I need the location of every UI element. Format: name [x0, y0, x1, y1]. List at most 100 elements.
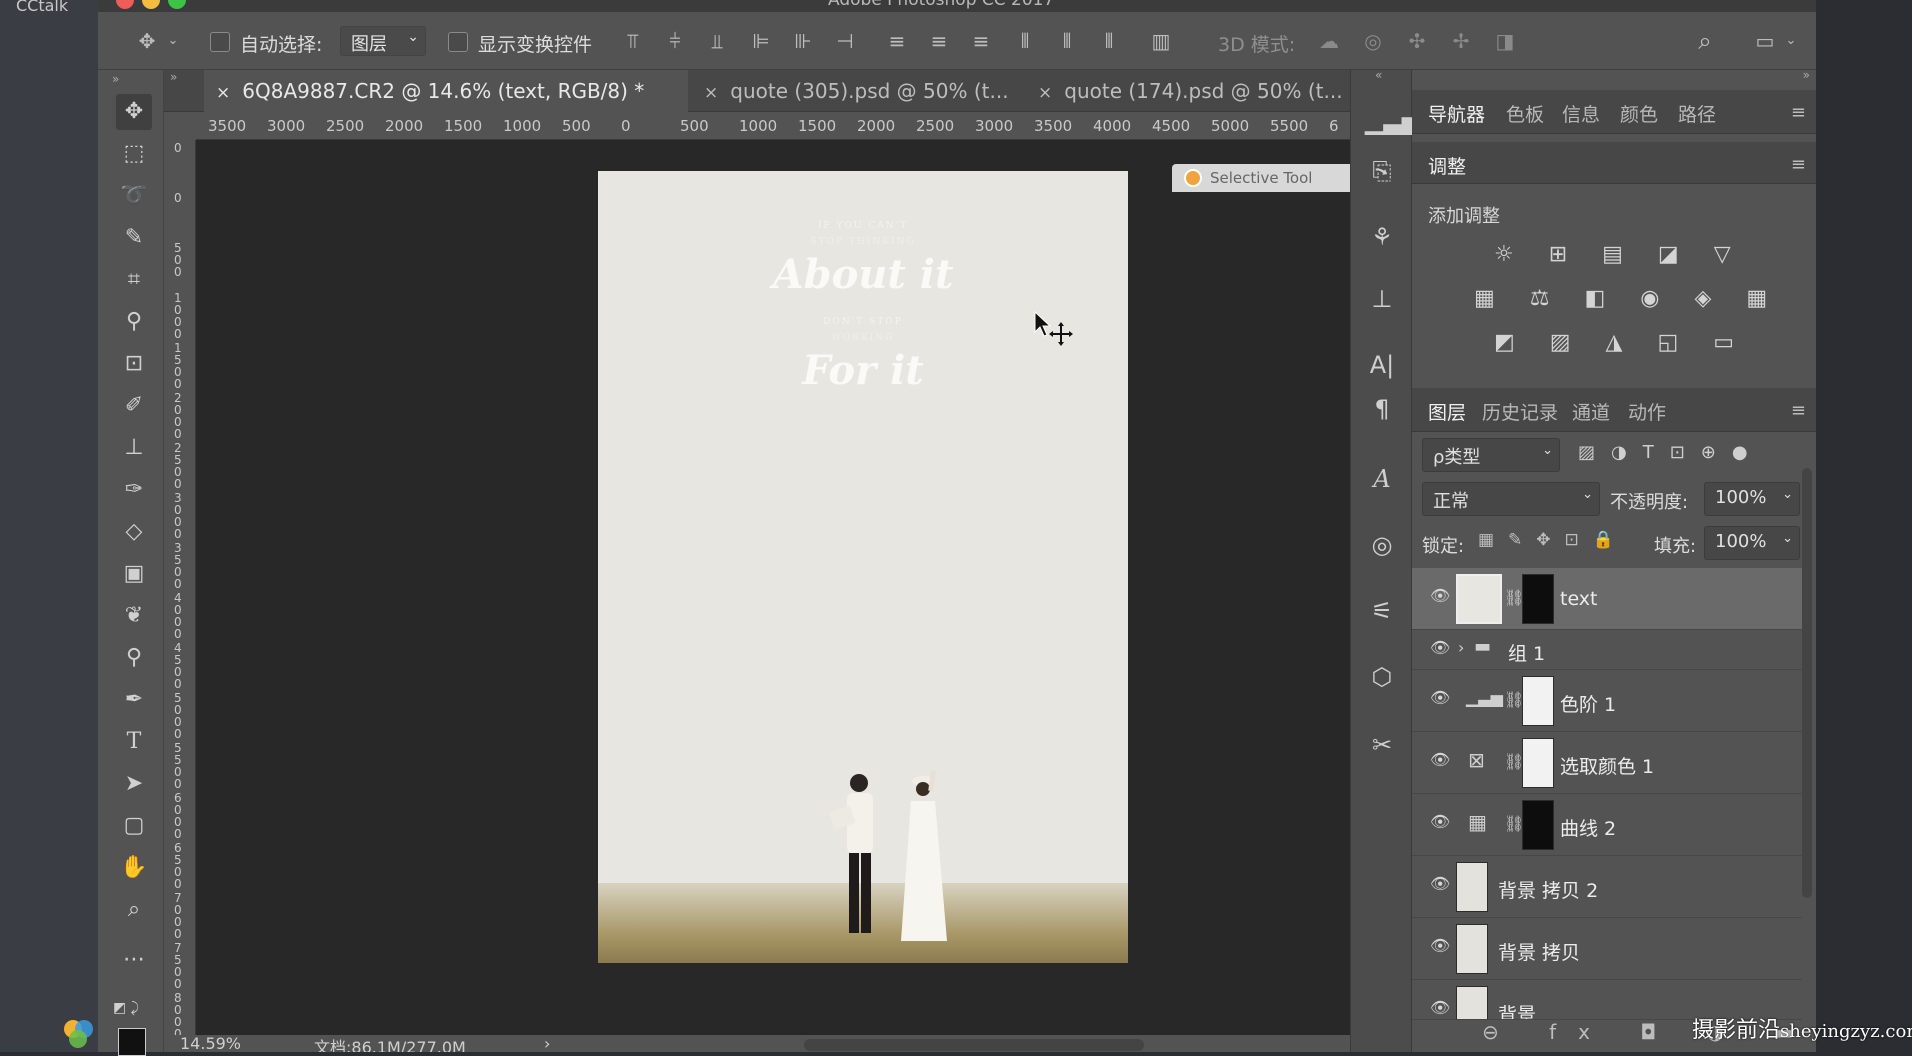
eraser-tool-icon[interactable]: ◇: [116, 514, 152, 550]
layer-filter-dropdown[interactable]: ρ类型 ⌄: [1422, 438, 1560, 472]
app-logo-icon[interactable]: [62, 1017, 96, 1051]
collapse-toolbar-icon[interactable]: »: [112, 72, 119, 86]
more-tools-icon[interactable]: ⋯: [116, 942, 152, 978]
horizontal-scrollbar[interactable]: [804, 1039, 1144, 1051]
libraries-icon[interactable]: ◎: [1365, 528, 1399, 562]
zoom-window-button[interactable]: [168, 0, 186, 9]
layer-row-text[interactable]: 👁 ⛓ text: [1412, 568, 1802, 630]
healing-brush-tool-icon[interactable]: ⊡: [116, 346, 152, 382]
workspace-chevron-icon[interactable]: ⌄: [1778, 28, 1804, 54]
blur-tool-icon[interactable]: ❦: [116, 598, 152, 634]
quick-select-tool-icon[interactable]: ✎: [116, 220, 152, 256]
tab-color[interactable]: 颜色: [1620, 100, 1658, 127]
visibility-eye-icon[interactable]: 👁: [1430, 638, 1452, 660]
rectangle-tool-icon[interactable]: ▢: [116, 808, 152, 844]
layer-row-selective-color[interactable]: 👁 ⊠ ⛓ 选取颜色 1: [1412, 732, 1802, 794]
tab-swatches[interactable]: 色板: [1506, 100, 1544, 127]
tool-preset-chevron-icon[interactable]: ⌄: [160, 28, 186, 54]
zoom-tool-icon[interactable]: ⌕: [116, 892, 152, 928]
minimize-window-button[interactable]: [142, 0, 160, 9]
collapse-panels-icon[interactable]: »: [1803, 68, 1810, 82]
layer-row-levels[interactable]: 👁 ▁▃▅ ⛓ 色阶 1: [1412, 670, 1802, 732]
distribute-top-icon[interactable]: ≡: [884, 28, 910, 54]
tab-actions[interactable]: 动作: [1628, 398, 1666, 425]
expand-group-icon[interactable]: ›: [1458, 638, 1464, 657]
align-right-icon[interactable]: ⊣: [832, 28, 858, 54]
tab-document-2[interactable]: × quote (305).psd @ 50% (t...: [692, 70, 1022, 112]
canvas-area[interactable]: IF YOU CAN'T STOP THINKING About it DON'…: [196, 140, 1444, 1035]
crop-tool-icon[interactable]: ⌗: [116, 262, 152, 298]
layer-name[interactable]: 选取颜色 1: [1560, 752, 1654, 779]
3d-roll-icon[interactable]: ◎: [1360, 28, 1386, 54]
document-image[interactable]: IF YOU CAN'T STOP THINKING About it DON'…: [598, 171, 1128, 963]
dodge-tool-icon[interactable]: ⚲: [116, 640, 152, 676]
layer-row-curves[interactable]: 👁 ▦ ⛓ 曲线 2: [1412, 794, 1802, 856]
adjustment-icons-row-1[interactable]: ☼ ⊞ ▤ ◪ ▽: [1494, 242, 1745, 267]
eyedropper-tool-icon[interactable]: ⚲: [116, 304, 152, 340]
adjustment-icons-row-2[interactable]: ▦ ⚖ ◧ ◉ ◈ ▦: [1474, 286, 1781, 311]
tab-history[interactable]: 历史记录: [1482, 398, 1558, 425]
gradient-tool-icon[interactable]: ▣: [116, 556, 152, 592]
type-tool-icon[interactable]: T: [116, 724, 152, 760]
character-icon[interactable]: A|: [1365, 348, 1399, 382]
fill-input[interactable]: 100% ⌄: [1704, 526, 1800, 560]
vertical-ruler[interactable]: 0 0 500 1000 1500 2000 2500 3000 3500 4000 4500 500…: [164, 140, 196, 1035]
visibility-eye-icon[interactable]: 👁: [1430, 586, 1452, 608]
swap-colors-icon[interactable]: ◩ ⤸: [108, 990, 144, 1026]
lasso-tool-icon[interactable]: ➰: [116, 178, 152, 214]
workspace-icon[interactable]: ▭: [1752, 28, 1778, 54]
layer-row-group[interactable]: 👁 › ▬ 组 1: [1412, 630, 1802, 670]
properties-icon[interactable]: ⚟: [1365, 594, 1399, 628]
distribute-left-icon[interactable]: ⦀: [1012, 28, 1038, 54]
align-left-icon[interactable]: ⊫: [748, 28, 774, 54]
clone-source-icon[interactable]: ⎘: [1365, 154, 1399, 188]
layer-name[interactable]: 背景 拷贝 2: [1498, 876, 1598, 903]
history-brush-tool-icon[interactable]: ✑: [116, 472, 152, 508]
glyphs-icon[interactable]: A: [1365, 462, 1399, 496]
layer-name[interactable]: 曲线 2: [1560, 814, 1616, 841]
histogram-icon[interactable]: ▁▃▅: [1365, 104, 1420, 138]
show-transform-checkbox[interactable]: [448, 32, 468, 52]
pen-tool-icon[interactable]: ✒: [116, 682, 152, 718]
3d-orbit-icon[interactable]: ☁: [1316, 28, 1342, 54]
align-vcenter-icon[interactable]: ⫩: [662, 28, 688, 54]
brush-tool-icon[interactable]: ✐: [116, 388, 152, 424]
visibility-eye-icon[interactable]: 👁: [1430, 998, 1452, 1019]
auto-align-icon[interactable]: ▥: [1148, 28, 1174, 54]
path-select-tool-icon[interactable]: ➤: [116, 766, 152, 802]
distribute-vcenter-icon[interactable]: ≡: [926, 28, 952, 54]
visibility-eye-icon[interactable]: 👁: [1430, 812, 1452, 834]
layer-name[interactable]: 背景: [1498, 1000, 1536, 1019]
layer-row-background-copy[interactable]: 👁 背景 拷贝: [1412, 918, 1802, 980]
tab-channels[interactable]: 通道: [1572, 398, 1610, 425]
auto-select-dropdown[interactable]: 图层 ⌄: [340, 26, 426, 56]
visibility-eye-icon[interactable]: 👁: [1430, 688, 1452, 710]
3d-slide-icon[interactable]: ✢: [1448, 28, 1474, 54]
tab-document-1[interactable]: × 6Q8A9887.CR2 @ 14.6% (text, RGB/8) *: [204, 70, 688, 112]
visibility-eye-icon[interactable]: 👁: [1430, 750, 1452, 772]
tab-info[interactable]: 信息: [1562, 100, 1600, 127]
close-window-button[interactable]: [116, 0, 134, 9]
layers-scrollbar[interactable]: [1802, 468, 1812, 898]
search-icon[interactable]: ⌕: [1692, 28, 1718, 54]
visibility-eye-icon[interactable]: 👁: [1430, 874, 1452, 896]
lock-icons[interactable]: ▦✎✥⊡🔒: [1478, 530, 1628, 550]
horizontal-ruler[interactable]: 3500 3000 2500 2000 1500 1000 500 0 500 1000 1500 2…: [196, 112, 1350, 140]
collapse-strip-icon[interactable]: «: [1375, 68, 1382, 82]
hand-tool-icon[interactable]: ✋: [116, 850, 152, 886]
adjustment-icons-row-3[interactable]: ◩ ▨ ◮ ◱ ▭: [1494, 330, 1748, 355]
align-bottom-icon[interactable]: ⫫: [704, 28, 730, 54]
document-size[interactable]: 文档:86.1M/277.0M: [314, 1035, 466, 1052]
3d-camera-icon[interactable]: ◨: [1492, 28, 1518, 54]
tab-paths[interactable]: 路径: [1678, 100, 1716, 127]
close-tab-icon[interactable]: ×: [1038, 83, 1052, 103]
layer-name[interactable]: 色阶 1: [1560, 690, 1616, 717]
tab-document-3[interactable]: × quote (174).psd @ 50% (t...: [1026, 70, 1346, 112]
tab-adjustments[interactable]: 调整: [1428, 152, 1466, 179]
tools-x-icon[interactable]: ✂: [1365, 728, 1399, 762]
status-menu-arrow[interactable]: ›: [544, 1035, 550, 1052]
3d-pan-icon[interactable]: ✣: [1404, 28, 1430, 54]
tab-navigator[interactable]: 导航器: [1428, 100, 1485, 127]
layer-name[interactable]: text: [1560, 588, 1598, 610]
move-tool-icon[interactable]: ✥: [134, 28, 160, 54]
